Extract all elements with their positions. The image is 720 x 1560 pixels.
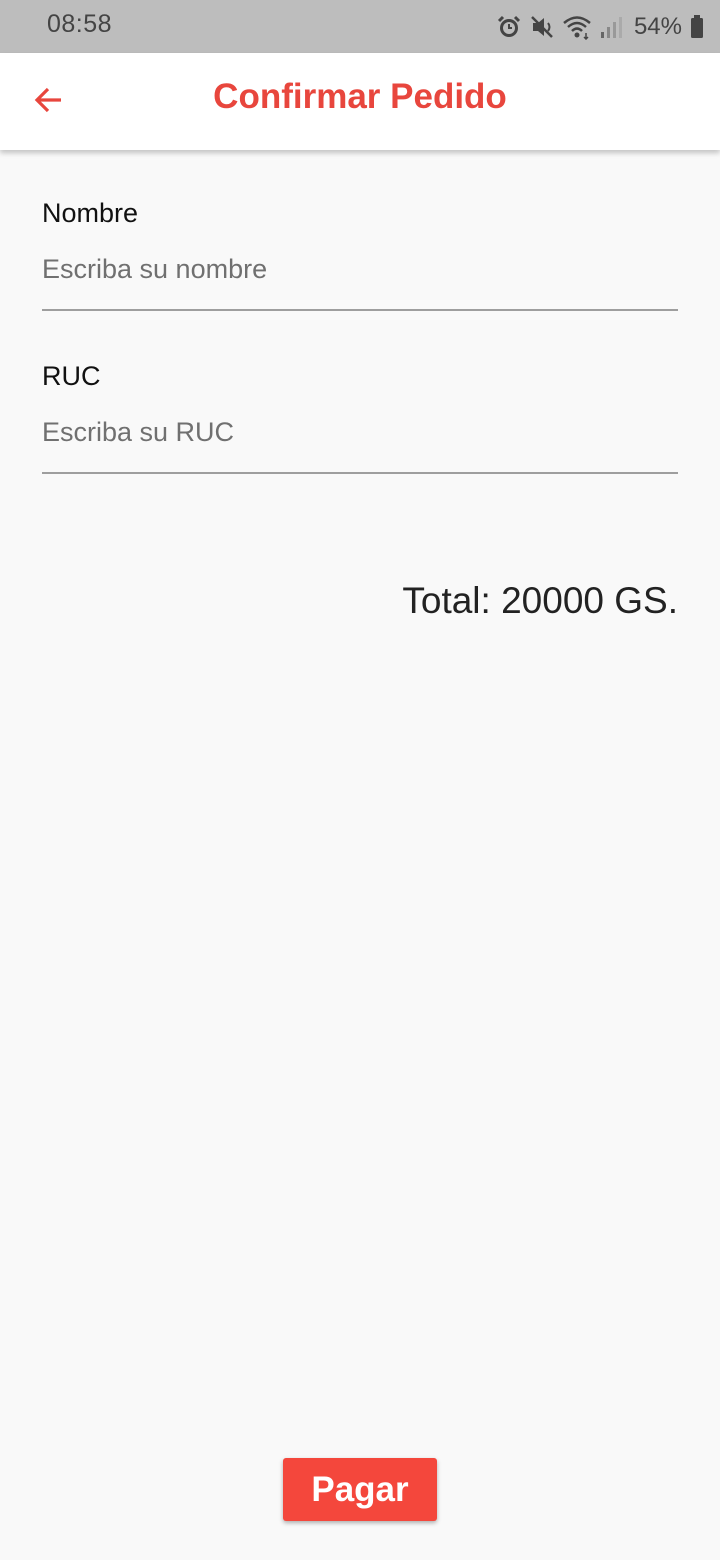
battery-percent: 54% — [633, 13, 682, 40]
name-field: Nombre — [42, 198, 678, 311]
page-title: Confirmar Pedido — [213, 77, 507, 116]
status-time: 08:58 — [47, 10, 113, 38]
app-bar: Confirmar Pedido — [0, 53, 720, 150]
total-amount: Total: 20000 GS. — [402, 580, 678, 621]
status-bar: 08:58 54% — [0, 0, 720, 53]
pay-button[interactable]: Pagar — [283, 1458, 437, 1521]
ruc-field: RUC — [42, 361, 678, 474]
mute-icon — [530, 14, 554, 40]
name-label: Nombre — [42, 198, 139, 228]
ruc-label: RUC — [42, 361, 101, 391]
signal-icon — [600, 15, 622, 39]
status-icons: 54% — [496, 12, 704, 42]
ruc-input[interactable] — [42, 417, 678, 474]
wifi-icon — [562, 14, 592, 40]
battery-icon — [690, 15, 704, 39]
name-input[interactable] — [42, 254, 678, 311]
alarm-icon — [496, 14, 522, 40]
